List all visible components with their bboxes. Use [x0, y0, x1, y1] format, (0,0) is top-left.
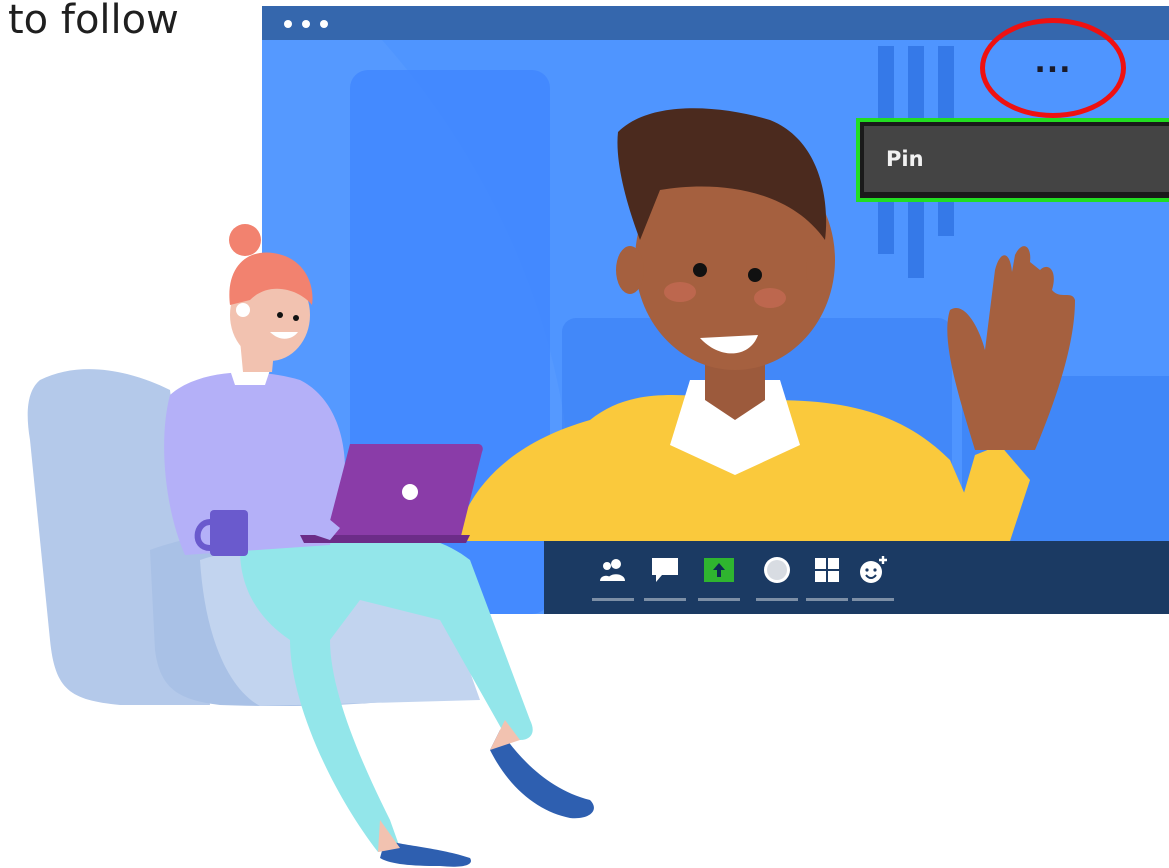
woman-with-laptop-illustration [27, 224, 594, 867]
